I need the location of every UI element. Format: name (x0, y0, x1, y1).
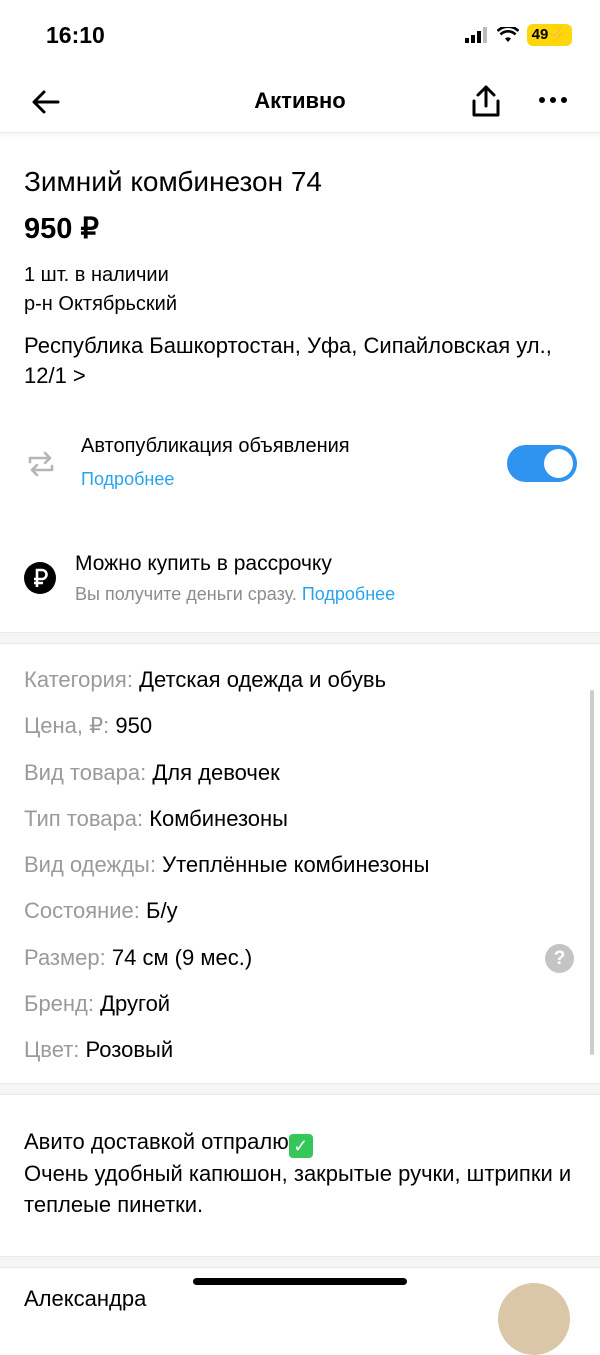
autopublish-label: Автопубликация объявления (81, 435, 350, 457)
param-key: Размер: (24, 944, 106, 970)
param-value: Комбинезоны (149, 805, 288, 831)
param-row-size: Размер: 74 см (9 мес.) (24, 942, 429, 988)
more-options-icon[interactable] (538, 90, 568, 110)
seller-name[interactable]: Александра (24, 1286, 146, 1312)
param-value: Детская одежда и обувь (139, 667, 387, 692)
share-icon[interactable] (470, 84, 502, 118)
status-time: 16:10 (46, 22, 105, 48)
param-row-condition: Состояние: Б/у (24, 895, 429, 941)
param-key: Состояние: (24, 898, 140, 924)
param-key: Бренд: (24, 991, 95, 1017)
toggle-knob (544, 449, 573, 478)
param-row-color: Цвет: Розовый (24, 1034, 429, 1080)
param-value: Другой (100, 991, 171, 1017)
seller-avatar[interactable] (498, 1283, 570, 1355)
size-help-icon[interactable]: ? (545, 944, 574, 973)
param-value: Б/у (146, 898, 178, 924)
param-value: Утеплённые комбинезоны (162, 852, 430, 878)
district-info: р-н Октябрьский (24, 293, 177, 315)
param-value: 950 (115, 713, 153, 739)
stock-info: 1 шт. в наличии (24, 264, 169, 286)
wifi-icon (496, 27, 519, 42)
param-row-brand: Бренд: Другой (24, 988, 429, 1034)
param-value: 74 см (9 мес.) (111, 944, 253, 970)
address-link[interactable]: Республика Башкортостан, Уфа, Сипайловск… (24, 331, 569, 391)
installment-subtext: Вы получите деньги сразу. Подробнее (75, 584, 395, 605)
param-row-item-type: Тип товара: Комбинезоны (24, 803, 429, 849)
param-key: Цвет: (24, 1037, 80, 1063)
listing-title: Зимний комбинезон 74 (24, 166, 322, 197)
param-value: Для девочек (152, 759, 280, 785)
description-text: Очень удобный капюшон, закрытые ручки, ш… (24, 1161, 572, 1217)
param-key: Категория: (24, 667, 133, 692)
section-divider (0, 1256, 600, 1268)
params-list: Категория: Детская одежда и обувь Цена, … (24, 664, 429, 1081)
check-mark-icon: ✓ (288, 1134, 313, 1158)
charging-icon: ⚡ (548, 26, 567, 43)
ruble-icon (24, 562, 56, 594)
description-line: Авито доставкой отпралю ✓ (24, 1126, 574, 1158)
description-text: Авито доставкой отпралю (24, 1129, 289, 1154)
battery-indicator: 49⚡ (526, 24, 572, 46)
param-key: Тип товара: (24, 805, 144, 831)
status-bar: 16:10 49⚡ (0, 0, 600, 70)
param-key: Вид одежды: (24, 852, 156, 878)
param-key: Цена, ₽: (24, 713, 110, 739)
param-row-clothing-kind: Вид одежды: Утеплённые комбинезоны (24, 849, 429, 895)
page-title: Активно (254, 88, 346, 113)
param-value: Розовый (85, 1037, 174, 1063)
autopublish-toggle[interactable] (507, 445, 577, 482)
param-key: Вид товара: (24, 759, 147, 785)
listing-price: 950 ₽ (24, 213, 99, 245)
installment-sub-text: Вы получите деньги сразу. (75, 584, 297, 604)
param-row-item-kind: Вид товара: Для девочек (24, 757, 429, 803)
section-divider (0, 632, 600, 644)
autopublish-more-link[interactable]: Подробнее (81, 469, 174, 490)
section-divider (0, 1083, 600, 1095)
signal-icon (464, 27, 487, 43)
param-row-price: Цена, ₽: 950 (24, 710, 429, 756)
repeat-icon (28, 451, 54, 477)
status-icons: 49⚡ (464, 24, 572, 46)
nav-bar: Активно (0, 70, 600, 133)
battery-level: 49 (531, 26, 549, 43)
home-indicator (193, 1278, 407, 1285)
installment-more-link[interactable]: Подробнее (302, 584, 395, 604)
scrollbar[interactable] (590, 690, 594, 1055)
installment-label: Можно купить в рассрочку (75, 552, 332, 575)
param-row-category: Категория: Детская одежда и обувь (24, 664, 429, 710)
listing-description: Авито доставкой отпралю ✓ Очень удобный к… (24, 1126, 574, 1220)
